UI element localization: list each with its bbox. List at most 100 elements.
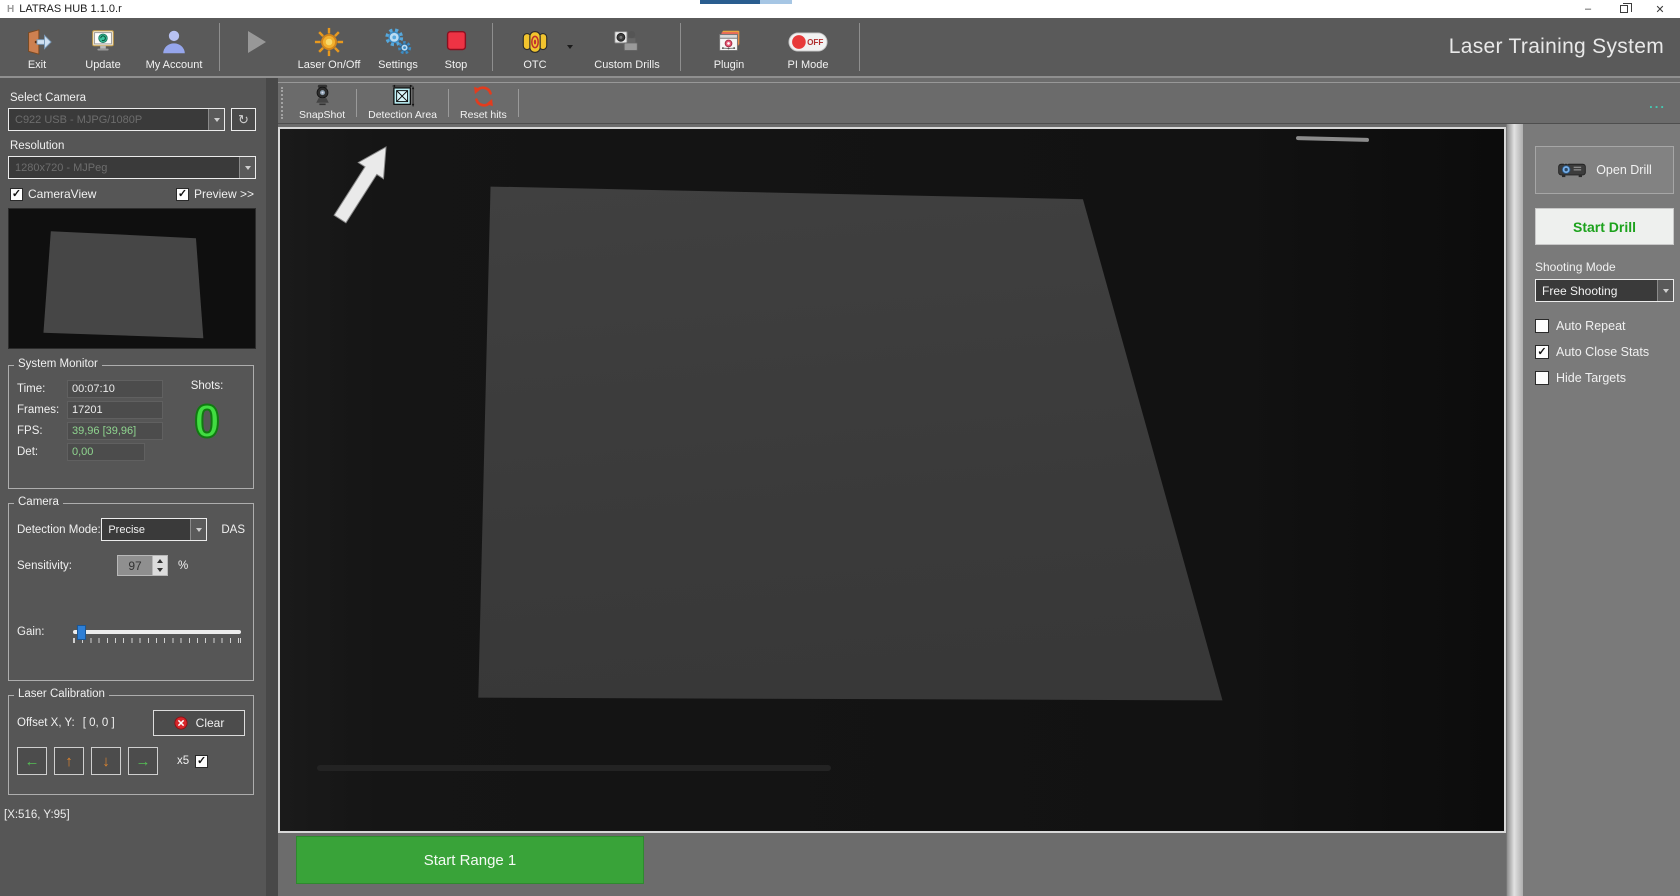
left-arrow-icon: ← (25, 753, 40, 770)
camera-settings-panel: Select Camera C922 USB - MJPG/1080P ↻ Re… (0, 78, 266, 896)
projection-screen (280, 129, 1504, 831)
custom-drills-label: Custom Drills (594, 59, 659, 71)
app-icon: H (7, 4, 14, 15)
preview-label: Preview >> (194, 187, 254, 201)
auto-repeat-checkbox[interactable]: Auto Repeat (1535, 319, 1674, 333)
offset-down-button[interactable]: ↓ (91, 747, 121, 775)
refresh-icon: ↻ (238, 113, 249, 126)
offset-label: Offset X, Y: (17, 717, 75, 729)
subtoolbar-separator (448, 89, 449, 117)
offset-right-button[interactable]: → (128, 747, 158, 775)
camera-view-checkbox[interactable]: ✓ CameraView (10, 187, 96, 201)
detection-area-button[interactable]: Detection Area (359, 83, 446, 123)
clear-x-icon (174, 716, 188, 730)
toolbar-grip-handle[interactable] (281, 87, 287, 119)
settings-button[interactable]: Settings (369, 18, 427, 76)
system-monitor-group: System Monitor Time:00:07:10 Frames:1720… (8, 365, 254, 489)
auto-repeat-label: Auto Repeat (1556, 319, 1626, 333)
reset-hits-button[interactable]: Reset hits (451, 83, 516, 123)
slider-track[interactable] (73, 630, 241, 634)
resolution-select[interactable]: 1280x720 - MJPeg (8, 156, 256, 179)
detection-area-label: Detection Area (368, 109, 437, 121)
start-drill-button[interactable]: Start Drill (1535, 208, 1674, 245)
fps-label: FPS: (17, 425, 67, 437)
plugin-button[interactable]: Plugin (694, 18, 764, 76)
shots-count: 0 (194, 400, 220, 444)
refresh-cameras-button[interactable]: ↻ (231, 108, 256, 131)
laser-on-off-button[interactable]: Laser On/Off (289, 18, 369, 76)
clear-offset-button[interactable]: Clear (153, 710, 245, 736)
reset-circular-arrows-icon (471, 84, 496, 109)
my-account-button[interactable]: My Account (136, 18, 212, 76)
checkbox-box: ✓ (10, 188, 23, 201)
cursor-position-status: [X:516, Y:95] (4, 809, 256, 821)
detection-mode-value: Precise (108, 524, 190, 536)
resolution-label: Resolution (10, 140, 256, 152)
play-button[interactable] (227, 18, 283, 76)
exit-icon (22, 24, 52, 59)
minimize-icon: – (1585, 3, 1591, 15)
hide-targets-checkbox[interactable]: Hide Targets (1535, 371, 1674, 385)
drill-panel: Open Drill Start Drill Shooting Mode Fre… (1523, 124, 1680, 896)
laser-sun-icon (314, 24, 344, 59)
start-range-label: Start Range 1 (424, 852, 517, 869)
sensitivity-value[interactable]: 97 (117, 555, 153, 576)
checkbox-box: ✓ (176, 188, 189, 201)
toolbar-overflow-button[interactable]: ... (1649, 96, 1666, 111)
snapshot-button[interactable]: SnapShot (290, 83, 354, 123)
shooting-mode-select[interactable]: Free Shooting (1535, 279, 1674, 302)
open-drill-label: Open Drill (1596, 163, 1652, 177)
snapshot-label: SnapShot (299, 109, 345, 121)
app-title: Laser Training System (1449, 35, 1664, 59)
x5-checkbox[interactable]: x5 ✓ (177, 755, 208, 768)
chevron-down-icon (190, 519, 206, 540)
camera-live-view[interactable] (278, 127, 1506, 833)
checkbox-box: ✓ (1535, 345, 1549, 359)
open-drill-button[interactable]: Open Drill (1535, 146, 1674, 194)
shooting-mode-label: Shooting Mode (1535, 260, 1674, 274)
camera-select-value: C922 USB - MJPG/1080P (15, 114, 208, 126)
laser-calibration-group: Laser Calibration Offset X, Y: [ 0, 0 ] … (8, 695, 254, 795)
caret-up-icon (157, 556, 163, 563)
restore-button[interactable] (1606, 0, 1642, 18)
laser-calibration-title: Laser Calibration (14, 688, 109, 700)
det-value: 0,00 (67, 443, 145, 461)
exit-button[interactable]: Exit (4, 18, 70, 76)
camera-view-label: CameraView (28, 187, 96, 201)
sensitivity-up-button[interactable] (153, 556, 167, 566)
window-title: LATRAS HUB 1.1.0.r (19, 3, 122, 15)
slider-ticks (73, 638, 241, 643)
otc-button[interactable]: OTC (504, 18, 566, 76)
right-arrow-icon: → (136, 753, 151, 770)
custom-drills-button[interactable]: Custom Drills (581, 18, 673, 76)
camera-group-title: Camera (14, 496, 63, 508)
offset-left-button[interactable]: ← (17, 747, 47, 775)
gain-slider[interactable] (73, 624, 241, 643)
otc-dropdown-caret-icon[interactable] (567, 45, 573, 52)
pi-mode-button[interactable]: OFF PI Mode (764, 18, 852, 76)
checkbox-box (1535, 319, 1549, 333)
chevron-down-icon (208, 109, 224, 130)
stop-button[interactable]: Stop (427, 18, 485, 76)
sensitivity-down-button[interactable] (153, 566, 167, 576)
minimize-button[interactable]: – (1570, 0, 1606, 18)
update-button[interactable]: Update (70, 18, 136, 76)
down-arrow-icon: ↓ (102, 753, 110, 770)
slider-thumb[interactable] (77, 625, 86, 640)
gear-icon (383, 24, 413, 59)
detection-mode-select[interactable]: Precise (101, 518, 207, 541)
auto-close-stats-checkbox[interactable]: ✓ Auto Close Stats (1535, 345, 1674, 359)
panel-divider (1506, 124, 1523, 896)
sensitivity-stepper[interactable]: 97 (117, 555, 168, 576)
toolbar-separator (492, 23, 493, 71)
camera-select[interactable]: C922 USB - MJPG/1080P (8, 108, 225, 131)
check-icon: ✓ (197, 756, 206, 767)
close-button[interactable]: ✕ (1642, 0, 1678, 18)
frames-value: 17201 (67, 401, 163, 419)
preview-checkbox[interactable]: ✓ Preview >> (176, 187, 254, 201)
offset-up-button[interactable]: ↑ (54, 747, 84, 775)
start-range-button[interactable]: Start Range 1 (296, 836, 644, 884)
background-window-sliver (700, 0, 792, 4)
otc-label: OTC (523, 59, 546, 71)
camera-sub-toolbar: SnapShot Detection Area Reset hits ... (278, 82, 1680, 124)
